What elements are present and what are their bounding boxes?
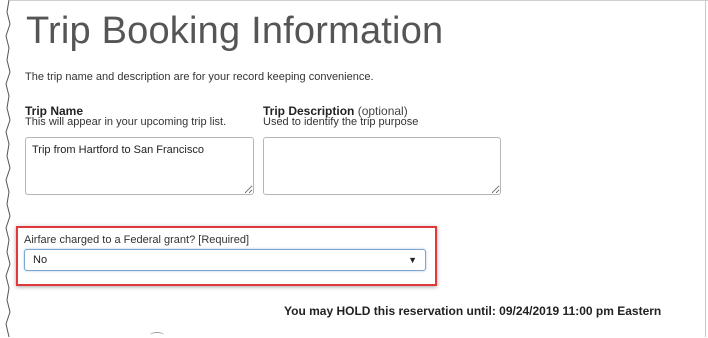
torn-edge: [5, 0, 11, 337]
dropdown-arrow-icon: ▼: [408, 255, 417, 265]
trip-name-hint: This will appear in your upcoming trip l…: [25, 116, 227, 128]
trip-name-field[interactable]: Trip from Hartford to San Francisco: [25, 137, 254, 195]
right-border: [705, 0, 706, 337]
trip-description-hint: Used to identify the trip purpose: [263, 116, 419, 128]
federal-grant-selected-value: No: [33, 254, 48, 266]
top-border: [10, 0, 708, 1]
partial-element: [150, 332, 164, 338]
federal-grant-select[interactable]: No ▼: [24, 249, 426, 271]
federal-grant-label: Airfare charged to a Federal grant? [Req…: [24, 234, 250, 246]
hold-reservation-notice: You may HOLD this reservation until: 09/…: [284, 304, 662, 318]
page-frame: Trip Booking Information The trip name a…: [0, 0, 708, 337]
trip-description-field[interactable]: [263, 137, 501, 195]
page-subtitle: The trip name and description are for yo…: [25, 71, 374, 83]
page-title: Trip Booking Information: [26, 10, 444, 52]
